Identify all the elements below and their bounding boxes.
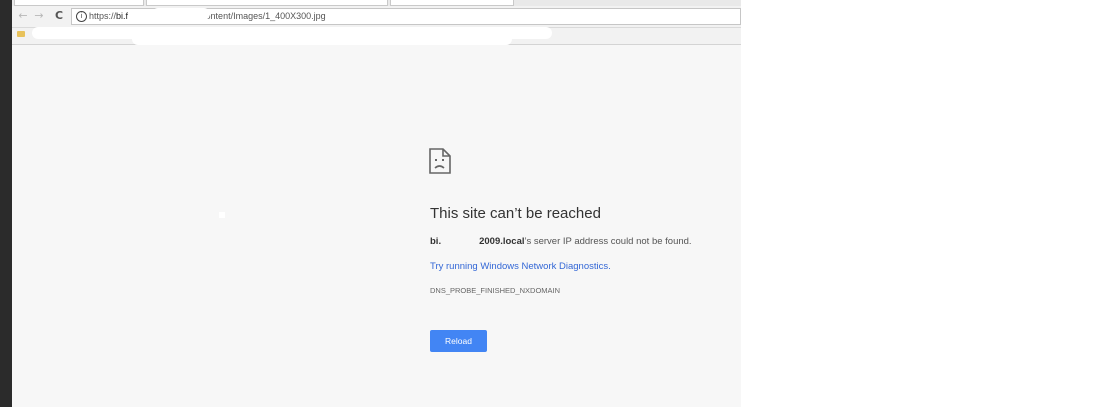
url-host-prefix: bi.f (116, 11, 129, 21)
reload-button[interactable]: Reload (430, 330, 487, 352)
reload-icon[interactable]: C (52, 9, 66, 23)
url-scheme: https:// (89, 11, 117, 21)
browser-toolbar: ← → C i https://bi.focal/Content/Images/… (12, 6, 741, 28)
error-host-suffix: 2009.local (479, 236, 525, 247)
error-host-prefix: bi. (430, 236, 442, 247)
error-title: This site can’t be reached (430, 205, 601, 222)
sad-document-icon (429, 148, 451, 174)
error-detail-text: ’s server IP address could not be found. (524, 236, 692, 247)
error-code: DNS_PROBE_FINISHED_NXDOMAIN (430, 286, 561, 295)
redaction (132, 33, 512, 45)
redaction (152, 8, 210, 20)
url-path: /Content/Images/1_400X300.jpg (196, 11, 326, 21)
info-icon[interactable]: i (76, 11, 87, 22)
forward-icon[interactable]: → (32, 9, 46, 23)
error-detail: bi. 2009.local’s server IP address could … (430, 236, 692, 247)
folder-icon[interactable] (17, 31, 25, 37)
network-diagnostics-link[interactable]: Try running Windows Network Diagnostics. (430, 261, 611, 272)
left-window-edge (0, 0, 12, 407)
redaction-mark (219, 212, 225, 218)
back-icon[interactable]: ← (16, 9, 30, 23)
error-page: This site can’t be reached bi. 2009.local… (12, 45, 741, 407)
browser-window: ← → C i https://bi.focal/Content/Images/… (12, 0, 741, 407)
